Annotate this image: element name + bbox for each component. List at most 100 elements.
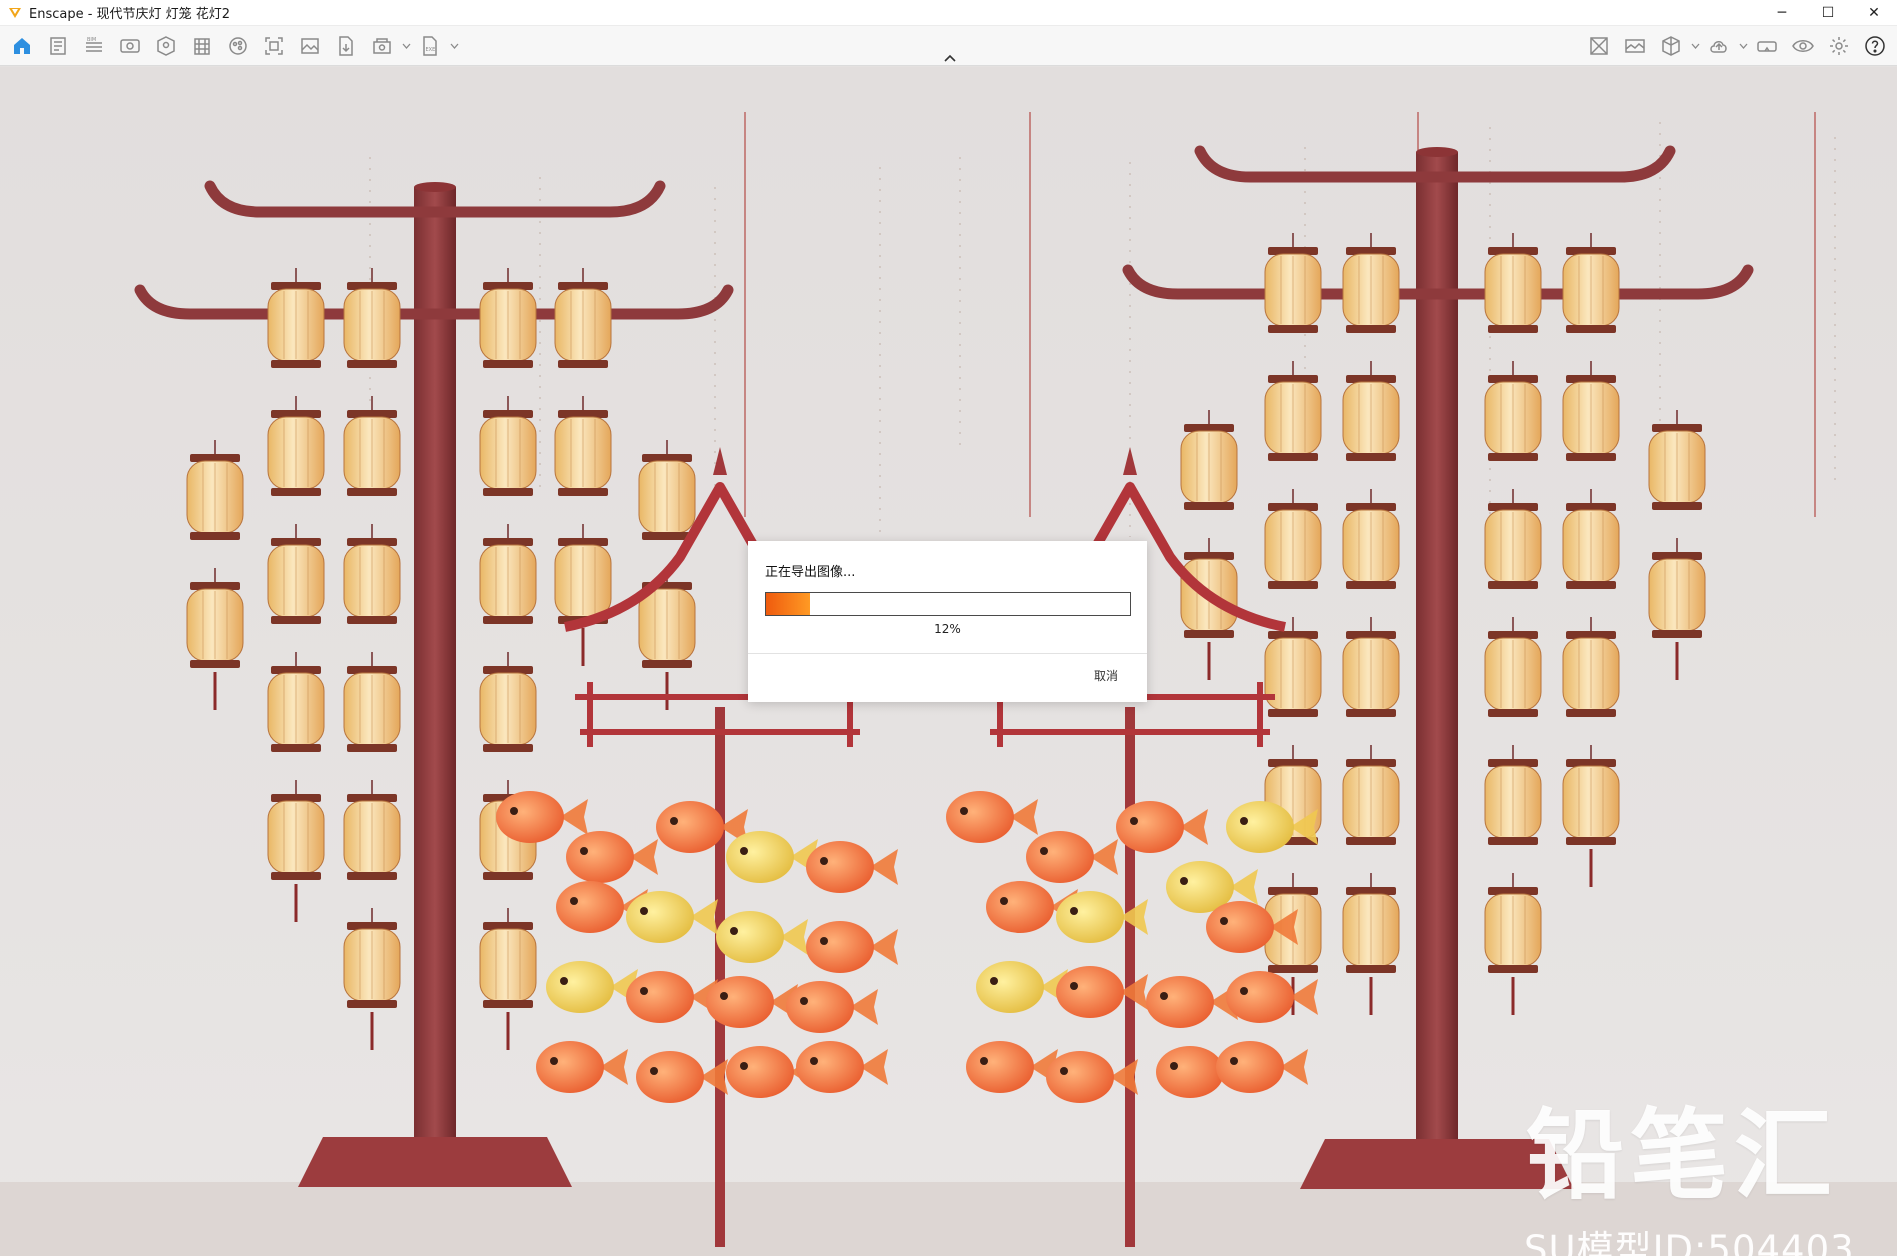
- dialog-divider: [748, 653, 1147, 654]
- fish-eye: [1000, 897, 1008, 905]
- settings-sheet-button[interactable]: [40, 29, 76, 63]
- maximize-button[interactable]: ☐: [1805, 0, 1851, 26]
- collapse-toolbar-button[interactable]: [940, 50, 960, 66]
- export-exe-button[interactable]: EXE: [412, 29, 448, 63]
- lantern-base: [558, 488, 608, 496]
- koi-fish: [1026, 831, 1118, 883]
- lantern: [1264, 617, 1322, 717]
- cancel-button[interactable]: 取消: [1094, 667, 1118, 684]
- lantern-base: [483, 872, 533, 880]
- lantern-base: [1268, 709, 1318, 717]
- lantern: [267, 268, 325, 368]
- view-button[interactable]: [112, 29, 148, 63]
- lantern-base: [1268, 453, 1318, 461]
- lantern: [1648, 410, 1706, 510]
- lantern-base: [1184, 502, 1234, 510]
- chevron-down-icon: [1739, 43, 1747, 49]
- koi-fish: [626, 971, 718, 1023]
- fish-eye: [1070, 907, 1078, 915]
- watermark-brand: 铅笔汇: [1526, 1099, 1839, 1213]
- chevron-up-icon: [944, 54, 956, 62]
- general-settings-button[interactable]: [1821, 29, 1857, 63]
- lantern: [267, 652, 325, 752]
- batch-render-button[interactable]: [364, 29, 400, 63]
- fish-tail: [1090, 839, 1118, 875]
- fish-eye: [1060, 1067, 1068, 1075]
- fish-tail: [1110, 1059, 1138, 1095]
- fish-eye: [1130, 817, 1138, 825]
- lantern: [1484, 873, 1542, 973]
- upload-button[interactable]: [1701, 29, 1737, 63]
- fish-eye: [740, 847, 748, 855]
- svg-text:BIM: BIM: [87, 37, 96, 43]
- lantern-base: [1488, 453, 1538, 461]
- fish-body: [706, 976, 774, 1028]
- close-button[interactable]: ✕: [1851, 0, 1897, 26]
- lantern: [1484, 233, 1542, 333]
- fish-tail: [860, 1049, 888, 1085]
- material-sphere-icon: [229, 37, 247, 55]
- lantern: [1342, 873, 1400, 973]
- lantern: [1562, 489, 1620, 589]
- cube-view-button[interactable]: [1653, 29, 1689, 63]
- fish-eye: [1070, 982, 1078, 990]
- visual-settings-button[interactable]: [1785, 29, 1821, 63]
- toolbar-left-group: BIM EXE: [4, 26, 460, 66]
- lantern-base: [271, 360, 321, 368]
- help-icon: [1865, 36, 1885, 56]
- minimize-button[interactable]: ─: [1759, 0, 1805, 26]
- lantern: [1342, 361, 1400, 461]
- fish-eye: [510, 807, 518, 815]
- sky-box-button[interactable]: [1581, 29, 1617, 63]
- fish-eye: [1180, 877, 1188, 885]
- title-bar: Enscape - 现代节庆灯 灯笼 花灯2 ─ ☐ ✕: [0, 0, 1897, 26]
- export-button[interactable]: [328, 29, 364, 63]
- home-button[interactable]: [4, 29, 40, 63]
- lantern-base: [1346, 581, 1396, 589]
- lantern: [186, 440, 244, 540]
- fish-eye: [820, 857, 828, 865]
- material-button[interactable]: [220, 29, 256, 63]
- lantern: [479, 524, 537, 624]
- help-button[interactable]: [1857, 29, 1893, 63]
- lantern-base: [347, 488, 397, 496]
- building-icon: [194, 38, 210, 55]
- window-controls: ─ ☐ ✕: [1759, 0, 1897, 26]
- lantern: [479, 908, 537, 1008]
- lantern-base: [1488, 581, 1538, 589]
- lantern-base: [190, 532, 240, 540]
- lantern-base: [483, 488, 533, 496]
- fish-eye: [1170, 1062, 1178, 1070]
- fish-body: [726, 831, 794, 883]
- upload-dropdown[interactable]: [1737, 29, 1749, 63]
- lantern: [479, 268, 537, 368]
- panorama-button[interactable]: [1617, 29, 1653, 63]
- cube-view-dropdown[interactable]: [1689, 29, 1701, 63]
- capture-button[interactable]: [256, 29, 292, 63]
- bim-button[interactable]: BIM: [76, 29, 112, 63]
- lantern-base: [1346, 325, 1396, 333]
- lantern: [267, 524, 325, 624]
- lantern: [1562, 617, 1620, 717]
- pole-base: [298, 1137, 572, 1187]
- render-image-button[interactable]: [292, 29, 328, 63]
- fish-tail: [630, 839, 658, 875]
- fish-body: [806, 841, 874, 893]
- koi-fish: [796, 1041, 888, 1093]
- lantern-base: [271, 744, 321, 752]
- asset-library-button[interactable]: [148, 29, 184, 63]
- fish-eye: [1160, 992, 1168, 1000]
- koi-fish: [546, 961, 638, 1013]
- fish-eye: [960, 807, 968, 815]
- export-progress-dialog: 正在导出图像... 12% 取消: [748, 541, 1147, 702]
- building-button[interactable]: [184, 29, 220, 63]
- vr-headset-button[interactable]: [1749, 29, 1785, 63]
- export-dropdown[interactable]: [448, 29, 460, 63]
- lantern-base: [642, 660, 692, 668]
- batch-render-icon: [373, 38, 391, 54]
- koi-fish: [636, 1051, 728, 1103]
- lantern: [343, 780, 401, 880]
- pole: [414, 187, 456, 1137]
- general-settings-gear-icon: [1830, 37, 1848, 55]
- batch-render-dropdown[interactable]: [400, 29, 412, 63]
